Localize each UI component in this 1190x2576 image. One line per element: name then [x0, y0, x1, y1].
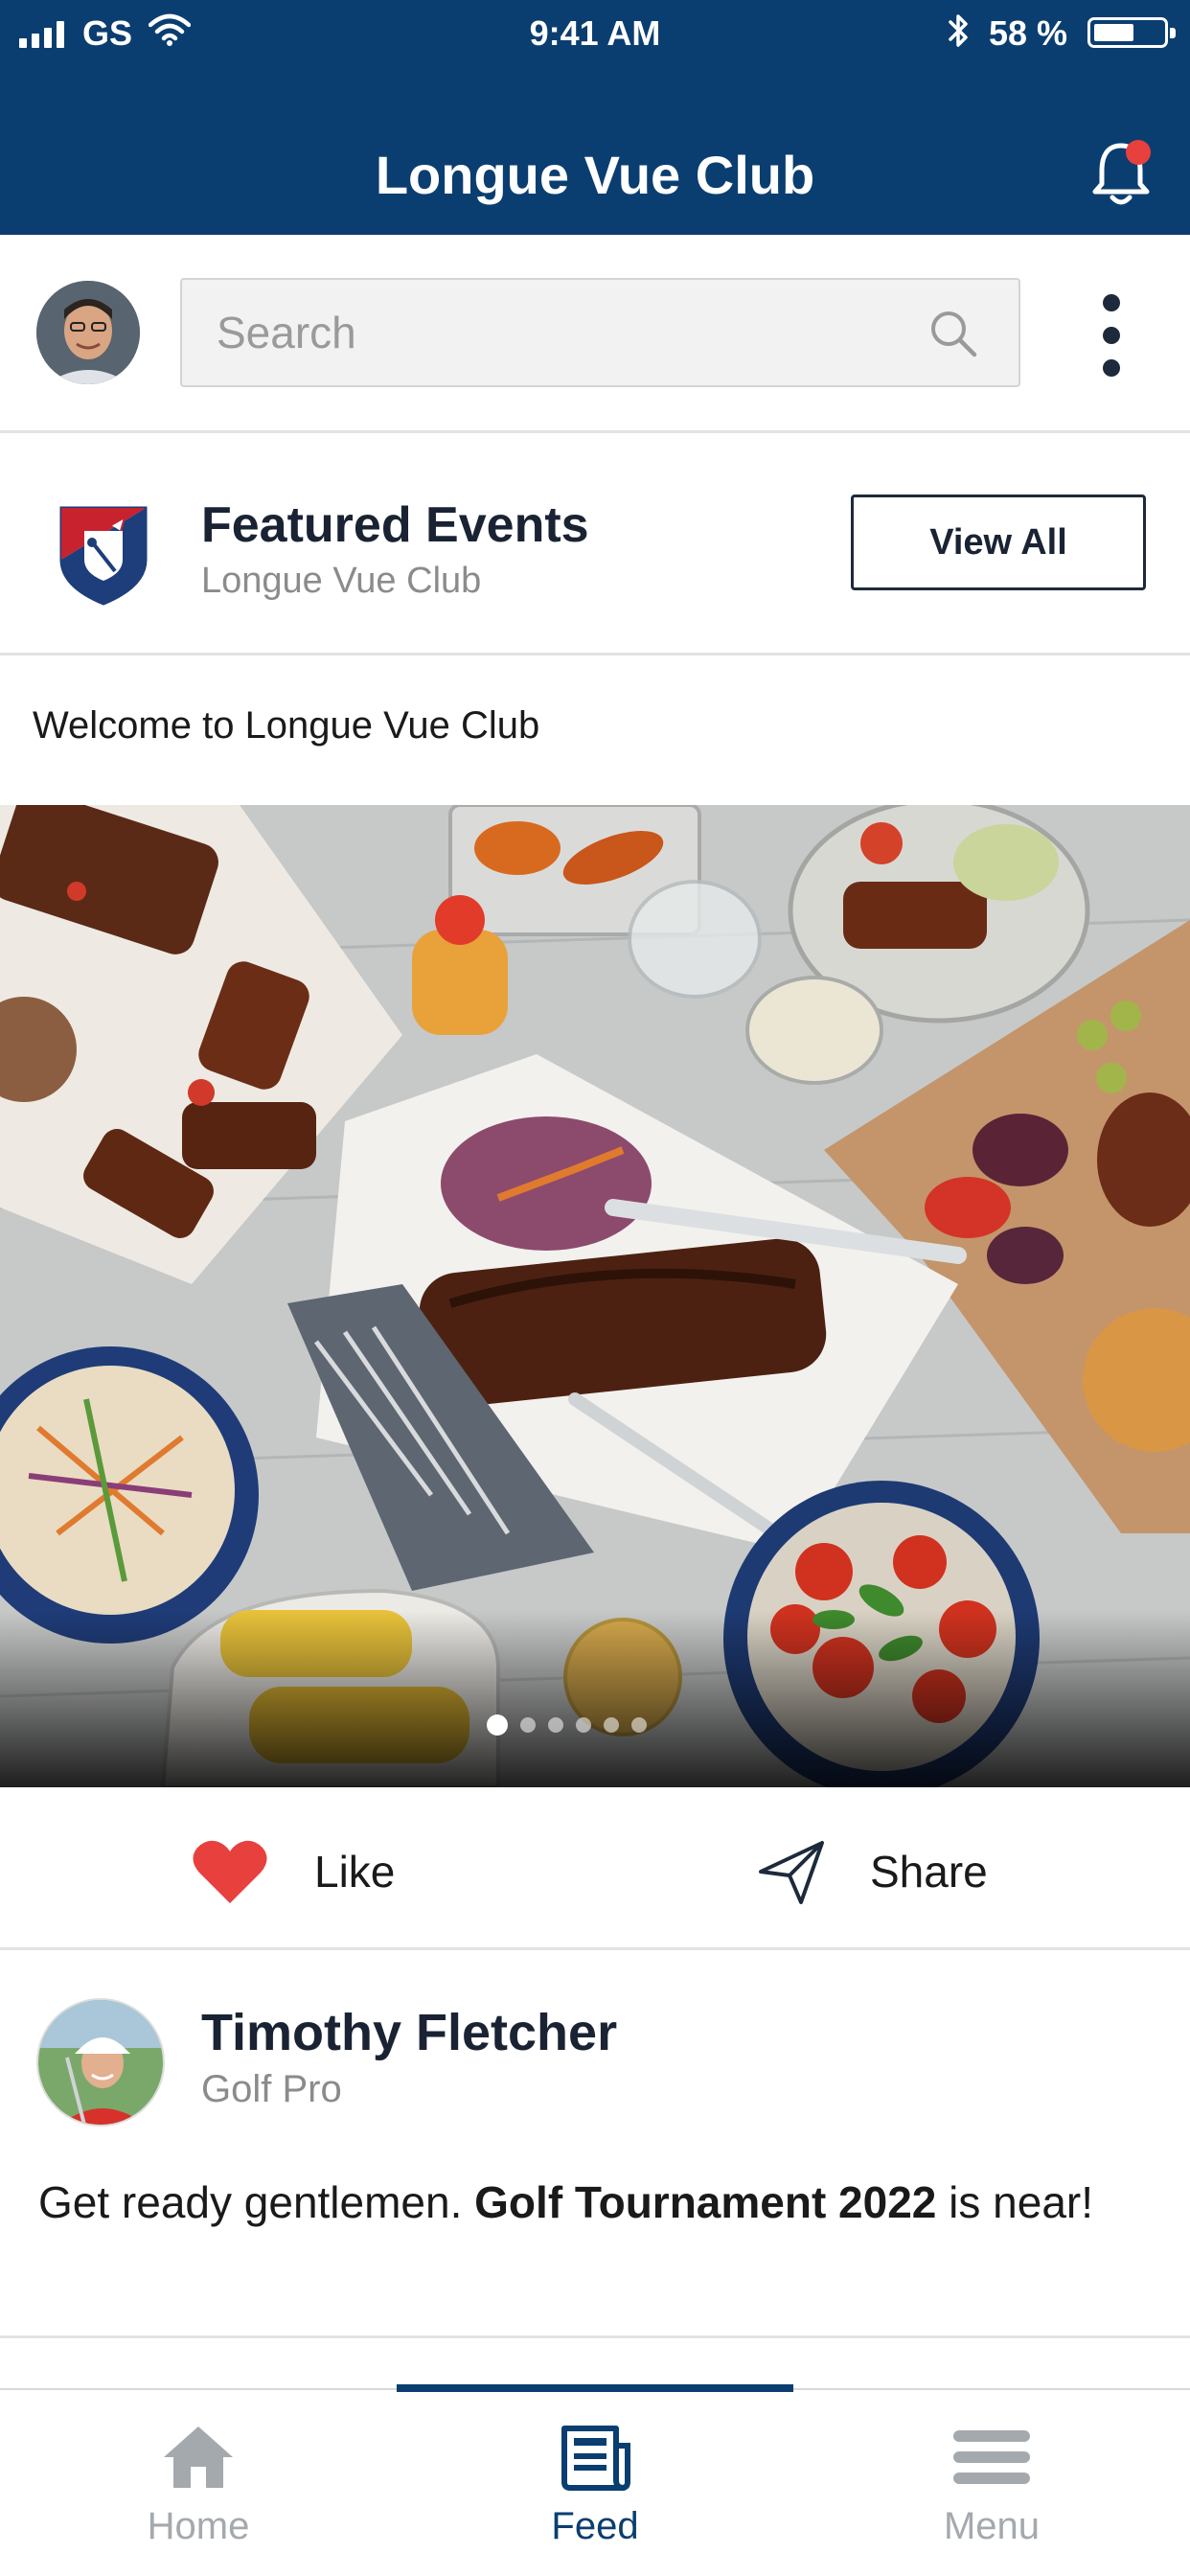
menu-icon	[953, 2430, 1030, 2484]
battery-percentage: 58 %	[989, 13, 1068, 53]
more-options-button[interactable]	[1092, 292, 1131, 379]
search-bar-row: Search	[0, 235, 1190, 433]
paper-plane-icon	[759, 1841, 824, 1904]
event-actions: Like Share	[0, 1787, 1190, 1950]
tab-menu[interactable]: Menu	[793, 2390, 1190, 2576]
feed-post: Timothy Fletcher Golf Pro Get ready gent…	[0, 1950, 1190, 2338]
like-button[interactable]: Like	[192, 1833, 395, 1910]
post-text: Get ready gentlemen. Golf Tournament 202…	[38, 2173, 1111, 2232]
carousel-dot[interactable]	[603, 1717, 619, 1733]
event-photo	[0, 805, 1190, 1787]
carousel-pagination[interactable]	[0, 1714, 1161, 1736]
tab-menu-label: Menu	[943, 2505, 1041, 2547]
carousel-dot[interactable]	[575, 1717, 591, 1733]
tab-home[interactable]: Home	[0, 2390, 397, 2576]
club-crest-logo	[59, 506, 148, 606]
carousel-dot[interactable]	[486, 1714, 508, 1736]
tab-home-label: Home	[147, 2505, 250, 2547]
carousel-dot[interactable]	[547, 1717, 563, 1733]
post-text-prefix: Get ready gentlemen.	[38, 2177, 475, 2227]
post-author-name[interactable]: Timothy Fletcher	[201, 2003, 617, 2062]
app-header: GS 9:41 AM 58 % Longue Vue Club	[0, 0, 1190, 235]
post-text-suffix: is near!	[936, 2177, 1094, 2227]
section-title: Featured Events	[201, 497, 589, 553]
status-bar: GS 9:41 AM 58 %	[0, 0, 1190, 67]
page-title: Longue Vue Club	[375, 145, 815, 205]
carousel-dot[interactable]	[630, 1717, 647, 1733]
featured-events-header: Featured Events Longue Vue Club View All	[0, 433, 1190, 656]
carousel-dot[interactable]	[519, 1717, 536, 1733]
event-image-carousel[interactable]	[0, 805, 1190, 1787]
home-icon	[164, 2426, 233, 2488]
search-input[interactable]: Search	[180, 278, 1020, 387]
share-button[interactable]: Share	[757, 1833, 988, 1910]
search-icon	[931, 311, 977, 357]
bluetooth-icon	[949, 14, 968, 47]
heart-icon	[193, 1840, 267, 1903]
search-placeholder: Search	[217, 308, 356, 357]
share-label: Share	[870, 1847, 988, 1897]
user-avatar[interactable]	[36, 281, 140, 384]
view-all-button[interactable]: View All	[851, 494, 1146, 590]
post-text-highlight: Golf Tournament 2022	[474, 2177, 937, 2227]
event-caption: Welcome to Longue Vue Club	[33, 704, 540, 747]
bottom-tab-bar: Home Feed Menu	[0, 2384, 1190, 2576]
news-icon	[561, 2426, 630, 2491]
notification-badge	[1126, 140, 1151, 165]
tab-feed-label: Feed	[551, 2505, 639, 2547]
like-label: Like	[314, 1847, 396, 1897]
author-avatar[interactable]	[36, 1998, 165, 2127]
section-subtitle: Longue Vue Club	[201, 561, 482, 601]
battery-icon	[1087, 17, 1176, 48]
notifications-button[interactable]	[1087, 134, 1155, 211]
tab-feed[interactable]: Feed	[397, 2390, 793, 2576]
post-author-role: Golf Pro	[201, 2068, 342, 2110]
